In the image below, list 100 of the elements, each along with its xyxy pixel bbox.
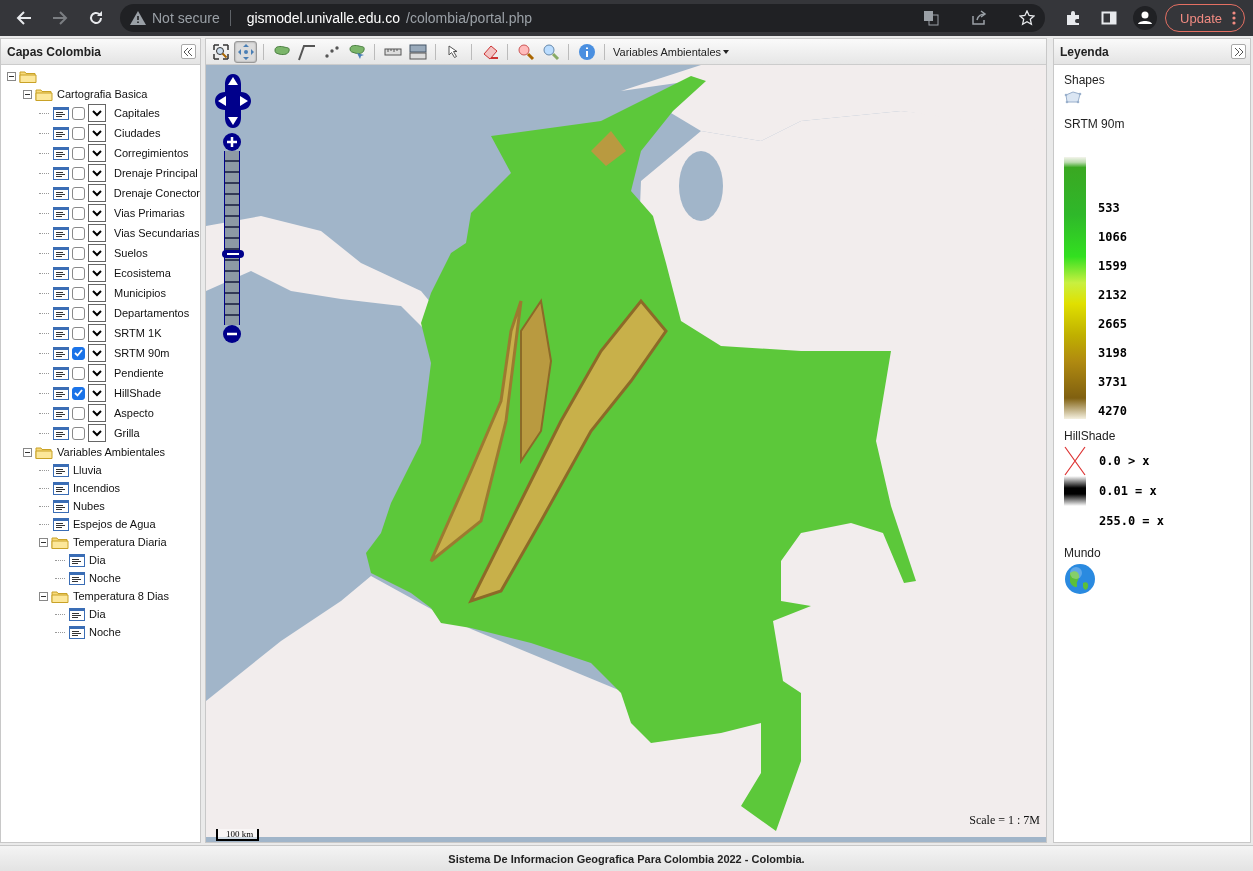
expand-button[interactable] xyxy=(1231,44,1246,59)
layer-checkbox[interactable] xyxy=(72,226,85,240)
ramp-label: 1066 xyxy=(1098,230,1127,244)
layer-options-dropdown[interactable] xyxy=(88,284,106,302)
layer-icon[interactable] xyxy=(53,146,69,160)
layer-icon[interactable] xyxy=(53,406,69,420)
layer-label: Incendios xyxy=(72,482,121,494)
layer-options-dropdown[interactable] xyxy=(88,304,106,322)
pan-arrows-icon[interactable] xyxy=(215,74,251,128)
chevron-down-icon xyxy=(92,129,102,137)
layer-options-dropdown[interactable] xyxy=(88,124,106,142)
layer-icon[interactable] xyxy=(53,266,69,280)
security-label: Not secure xyxy=(152,10,231,26)
layer-options-dropdown[interactable] xyxy=(88,164,106,182)
layer-icon[interactable] xyxy=(53,286,69,300)
translate-icon[interactable] xyxy=(923,10,940,26)
layer-checkbox[interactable] xyxy=(72,306,85,320)
layer-checkbox[interactable] xyxy=(72,206,85,220)
folder-icon xyxy=(35,445,53,459)
layer-group-dropdown[interactable]: Variables Ambientales xyxy=(611,40,732,63)
layer-checkbox[interactable] xyxy=(72,366,85,380)
layer-options-dropdown[interactable] xyxy=(88,424,106,442)
star-icon[interactable] xyxy=(1019,10,1036,26)
collapse-toggle[interactable] xyxy=(7,71,16,81)
layer-icon[interactable] xyxy=(69,571,85,585)
layer-options-dropdown[interactable] xyxy=(88,364,106,382)
chevron-down-icon xyxy=(92,249,102,257)
layer-icon[interactable] xyxy=(53,366,69,380)
layer-checkbox[interactable] xyxy=(72,266,85,280)
layer-icon[interactable] xyxy=(53,106,69,120)
layer-icon[interactable] xyxy=(53,499,69,513)
layer-options-dropdown[interactable] xyxy=(88,344,106,362)
layer-options-dropdown[interactable] xyxy=(87,184,106,202)
layer-icon[interactable] xyxy=(53,166,69,180)
layer-options-dropdown[interactable] xyxy=(88,404,106,422)
side-panel-icon xyxy=(1101,10,1118,26)
layer-label: Departamentos xyxy=(113,307,190,319)
legend-title: Shapes xyxy=(1064,73,1106,87)
layer-options-dropdown[interactable] xyxy=(88,324,106,342)
collapse-toggle[interactable] xyxy=(23,89,32,99)
layer-label: Ecosistema xyxy=(113,267,171,279)
address-bar[interactable]: Not secure gismodel.univalle.edu.co /colombia/portal.php xyxy=(120,4,1046,32)
layer-label: Municipios xyxy=(113,287,166,299)
layer-icon[interactable] xyxy=(53,386,69,400)
zoom-slider-handle[interactable] xyxy=(222,249,244,258)
chevron-down-icon xyxy=(92,329,102,337)
share-icon[interactable] xyxy=(971,10,988,26)
chevron-down-icon xyxy=(91,189,102,197)
layer-icon[interactable] xyxy=(53,463,69,477)
layer-checkbox[interactable] xyxy=(72,406,85,420)
layer-options-dropdown[interactable] xyxy=(88,264,106,282)
collapse-toggle[interactable] xyxy=(23,447,32,457)
folder-label: Temperatura Diaria xyxy=(72,536,167,548)
layer-icon[interactable] xyxy=(53,326,69,340)
layer-icon[interactable] xyxy=(53,126,69,140)
collapse-toggle[interactable] xyxy=(39,537,48,547)
layer-icon[interactable] xyxy=(53,246,69,260)
layer-checkbox[interactable] xyxy=(72,126,85,140)
layer-icon[interactable] xyxy=(69,607,85,621)
layer-options-dropdown[interactable] xyxy=(88,104,106,122)
layer-icon[interactable] xyxy=(69,625,85,639)
layer-icon[interactable] xyxy=(53,206,69,220)
folder-icon xyxy=(51,589,69,603)
layer-label: Noche xyxy=(88,572,121,584)
layer-checkbox[interactable] xyxy=(72,346,85,360)
layer-icon[interactable] xyxy=(53,226,69,240)
scale-bar: 100 km xyxy=(216,829,260,841)
pan-button[interactable] xyxy=(234,40,257,63)
url-path: /colombia/portal.php xyxy=(406,10,533,26)
layer-options-dropdown[interactable] xyxy=(88,204,106,222)
layer-icon[interactable] xyxy=(53,426,69,440)
double-chevron-left-icon xyxy=(184,48,193,56)
layer-checkbox[interactable] xyxy=(72,326,85,340)
layer-options-dropdown[interactable] xyxy=(88,224,106,242)
layer-checkbox[interactable] xyxy=(72,166,85,180)
layer-checkbox[interactable] xyxy=(71,186,85,200)
layer-options-dropdown[interactable] xyxy=(88,384,106,402)
chevron-down-icon xyxy=(92,349,102,357)
double-chevron-right-icon xyxy=(1234,48,1243,56)
collapse-button[interactable] xyxy=(181,44,196,59)
layer-checkbox[interactable] xyxy=(72,286,85,300)
layer-icon[interactable] xyxy=(53,517,69,531)
panel-title: Leyenda xyxy=(1060,44,1109,59)
layer-icon[interactable] xyxy=(69,553,85,567)
layer-icon[interactable] xyxy=(53,306,69,320)
layer-checkbox[interactable] xyxy=(72,386,85,400)
layer-checkbox[interactable] xyxy=(72,146,85,160)
layer-icon[interactable] xyxy=(53,481,69,495)
layer-icon[interactable] xyxy=(53,346,69,360)
chevron-down-icon xyxy=(92,169,102,177)
layer-options-dropdown[interactable] xyxy=(88,144,106,162)
layer-checkbox[interactable] xyxy=(72,246,85,260)
collapse-toggle[interactable] xyxy=(39,591,48,601)
area-ruler-icon xyxy=(408,42,427,61)
legend-title: Mundo xyxy=(1064,546,1102,560)
layer-options-dropdown[interactable] xyxy=(88,244,106,262)
layer-checkbox[interactable] xyxy=(72,106,85,120)
layer-icon[interactable] xyxy=(52,186,69,200)
layer-label: Pendiente xyxy=(113,367,164,379)
layer-checkbox[interactable] xyxy=(72,426,85,440)
